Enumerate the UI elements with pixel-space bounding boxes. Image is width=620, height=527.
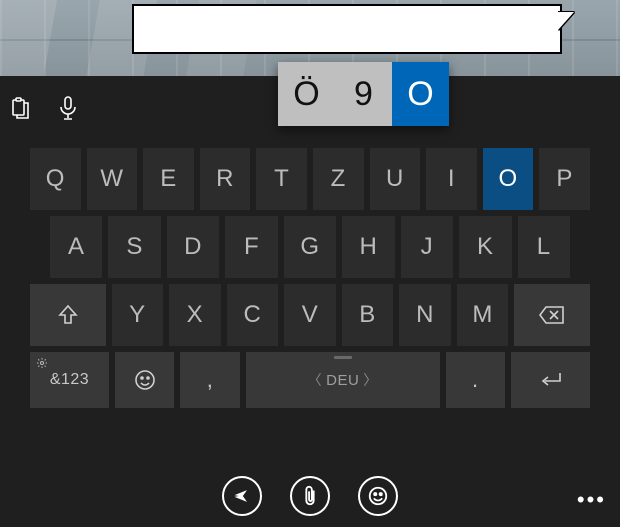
key-u[interactable]: U (370, 148, 421, 210)
key-t[interactable]: T (256, 148, 307, 210)
key-q[interactable]: Q (30, 148, 81, 210)
key-label: K (477, 233, 494, 261)
backspace-key[interactable] (514, 284, 590, 346)
more-button[interactable]: ••• (577, 487, 606, 513)
key-o[interactable]: O (483, 148, 534, 210)
symbols-key[interactable]: &123 (30, 352, 109, 408)
clipboard-icon[interactable] (6, 94, 34, 122)
popup-option-2[interactable]: O (392, 62, 449, 126)
key-label: P (556, 165, 573, 193)
key-y[interactable]: Y (112, 284, 164, 346)
key-b[interactable]: B (342, 284, 394, 346)
space-lang-label: DEU (326, 372, 359, 389)
key-label: R (216, 165, 234, 193)
key-j[interactable]: J (401, 216, 453, 278)
period-key-label: . (472, 367, 479, 393)
key-label: H (359, 233, 377, 261)
key-label: O (498, 165, 517, 193)
comma-key[interactable]: , (180, 352, 239, 408)
popup-option-label: O (407, 75, 433, 114)
key-g[interactable]: G (284, 216, 336, 278)
key-p[interactable]: P (539, 148, 590, 210)
key-label: C (244, 301, 262, 329)
gear-icon (36, 356, 48, 374)
key-f[interactable]: F (225, 216, 277, 278)
attach-button[interactable] (290, 476, 330, 516)
key-z[interactable]: Z (313, 148, 364, 210)
key-s[interactable]: S (108, 216, 160, 278)
mic-icon[interactable] (54, 94, 82, 122)
space-grip (334, 356, 352, 359)
emoji-key[interactable] (115, 352, 174, 408)
key-label: V (302, 301, 319, 329)
key-label: A (68, 233, 85, 261)
key-label: E (160, 165, 177, 193)
key-e[interactable]: E (143, 148, 194, 210)
key-v[interactable]: V (284, 284, 336, 346)
key-label: G (300, 233, 319, 261)
key-label: X (187, 301, 204, 329)
key-label: L (537, 233, 551, 261)
key-r[interactable]: R (200, 148, 251, 210)
key-l[interactable]: L (518, 216, 570, 278)
key-w[interactable]: W (87, 148, 138, 210)
key-h[interactable]: H (342, 216, 394, 278)
symbols-key-label: &123 (50, 371, 89, 389)
key-x[interactable]: X (169, 284, 221, 346)
key-label: B (359, 301, 376, 329)
chevron-left-icon: 〈 (304, 370, 327, 390)
key-k[interactable]: K (459, 216, 511, 278)
popup-option-1[interactable]: 9 (335, 62, 392, 126)
key-label: M (472, 301, 493, 329)
key-i[interactable]: I (426, 148, 477, 210)
key-m[interactable]: M (457, 284, 509, 346)
chevron-right-icon: 〉 (359, 370, 382, 390)
key-label: D (184, 233, 202, 261)
key-label: N (416, 301, 434, 329)
keyboard-panel: Ö 9 O Q W E R T Z U I O P A S D F G H J K L Y X C V B N M (0, 76, 620, 527)
key-label: J (421, 233, 434, 261)
key-label: I (448, 165, 455, 193)
key-n[interactable]: N (399, 284, 451, 346)
key-label: T (274, 165, 289, 193)
key-c[interactable]: C (227, 284, 279, 346)
app-bar: ••• (0, 465, 620, 527)
enter-key[interactable] (511, 352, 590, 408)
key-label: Y (129, 301, 146, 329)
key-label: F (244, 233, 259, 261)
period-key[interactable]: . (446, 352, 505, 408)
key-a[interactable]: A (50, 216, 102, 278)
speech-bubble[interactable] (132, 4, 562, 54)
comma-key-label: , (207, 367, 214, 393)
space-key[interactable]: 〈 DEU 〉 (246, 352, 440, 408)
send-button[interactable] (222, 476, 262, 516)
keyboard: Q W E R T Z U I O P A S D F G H J K L Y X C V B N M (30, 148, 590, 414)
key-label: W (100, 165, 123, 193)
key-label: Q (46, 165, 65, 193)
shift-key[interactable] (30, 284, 106, 346)
key-label: U (386, 165, 404, 193)
key-label: Z (331, 165, 346, 193)
emoji-button[interactable] (358, 476, 398, 516)
popup-option-label: 9 (354, 75, 373, 114)
popup-option-label: Ö (293, 75, 319, 114)
key-d[interactable]: D (167, 216, 219, 278)
popup-option-0[interactable]: Ö (278, 62, 335, 126)
key-label: S (126, 233, 143, 261)
key-longpress-popup: Ö 9 O (278, 62, 449, 126)
